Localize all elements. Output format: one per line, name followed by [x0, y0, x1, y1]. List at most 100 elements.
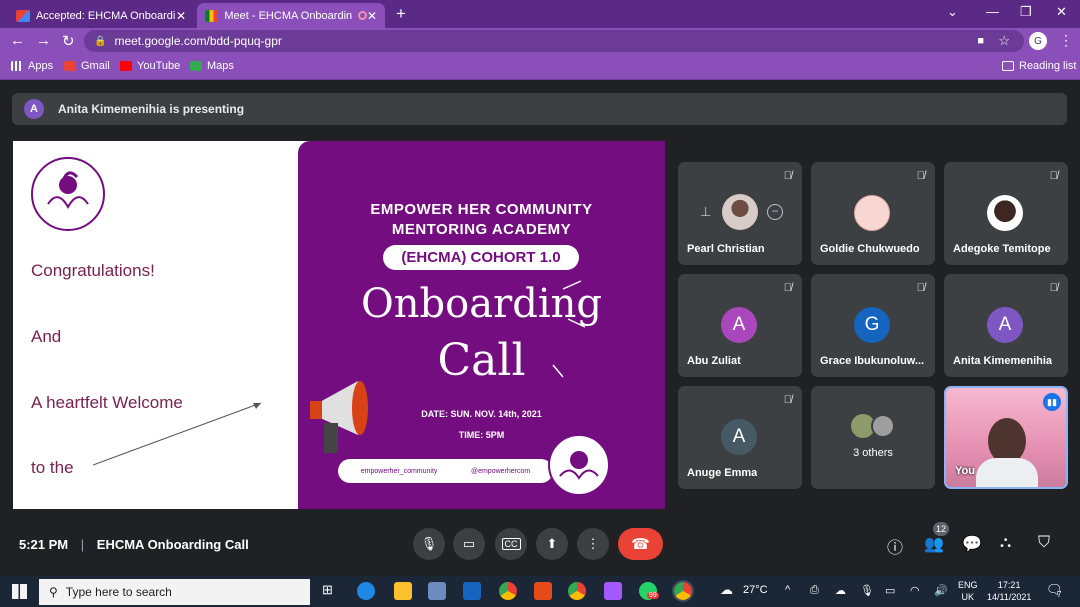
participant-tile[interactable]: 🎙̸ Adegoke Temitope: [944, 162, 1068, 265]
participant-tile[interactable]: 🎙̸ Goldie Chukwuedo: [811, 162, 935, 265]
presenter-avatar: A: [24, 99, 44, 119]
file-explorer-icon[interactable]: [394, 582, 412, 600]
weather-icon[interactable]: ☁: [720, 582, 733, 598]
battery-icon[interactable]: ▭: [885, 584, 895, 597]
participant-avatar: G: [854, 307, 890, 343]
tab-meet[interactable]: Meet - EHCMA Onboarding ✕: [197, 3, 385, 28]
activities-icon[interactable]: ⛬: [1000, 534, 1011, 552]
remove-icon[interactable]: −: [767, 204, 783, 220]
bookmark-gmail[interactable]: Gmail: [64, 60, 110, 72]
search-icon: ⚲: [49, 585, 58, 599]
self-video-tile[interactable]: ▮▮ You: [944, 386, 1068, 489]
meeting-info-icon[interactable]: ⓘ: [887, 534, 903, 558]
participant-photo: [854, 195, 890, 231]
close-tab-icon[interactable]: ✕: [176, 9, 186, 23]
others-tile[interactable]: 3 others: [811, 386, 935, 489]
bookmark-youtube[interactable]: YouTube: [120, 60, 180, 72]
language-indicator[interactable]: ENG UK: [958, 579, 978, 603]
mic-tray-icon[interactable]: 🎙: [860, 584, 874, 597]
meeting-title: EHCMA Onboarding Call: [96, 537, 249, 552]
notification-count: 7: [1057, 590, 1062, 599]
pin-icon[interactable]: ⊥: [700, 204, 711, 220]
chrome-icon[interactable]: [499, 582, 517, 600]
taskbar-search[interactable]: ⚲ Type here to search: [39, 579, 310, 605]
meet-tray-icon[interactable]: ⎙: [810, 584, 819, 597]
participant-tile[interactable]: 🎙̸ A Anita Kimemenihia: [944, 274, 1068, 377]
hang-up-icon: ☎: [631, 536, 650, 553]
participant-tile[interactable]: 🎙̸ A Abu Zuliat: [678, 274, 802, 377]
participant-avatar: A: [987, 307, 1023, 343]
chrome-active-icon[interactable]: [672, 580, 694, 602]
present-button[interactable]: ⬆: [536, 528, 568, 560]
participant-name: Goldie Chukwuedo: [820, 243, 920, 255]
onedrive-icon[interactable]: ☁: [835, 584, 846, 597]
people-icon[interactable]: 👥: [924, 534, 944, 554]
mic-off-icon: 🎙̸: [783, 394, 792, 406]
poster-time: TIME: 5PM: [458, 430, 505, 440]
bookmark-maps[interactable]: Maps: [190, 60, 234, 72]
mic-off-icon: 🎙̸: [783, 282, 792, 294]
youtube-icon: [120, 61, 132, 71]
tab-gmail[interactable]: Accepted: EHCMA Onboarding C ✕: [8, 3, 194, 28]
video-camera-icon: ▭: [462, 536, 476, 551]
chevron-up-icon[interactable]: ^: [785, 584, 790, 596]
tab-search-icon[interactable]: ⌄: [947, 4, 958, 20]
tab-title: Accepted: EHCMA Onboarding C: [35, 9, 176, 22]
office-icon[interactable]: [534, 582, 552, 600]
participant-tile[interactable]: 🎙̸ A Anuge Emma: [678, 386, 802, 489]
gmail-icon: [64, 61, 76, 71]
chat-icon[interactable]: 💬: [962, 534, 982, 554]
system-clock[interactable]: 17:21 14/11/2021: [987, 579, 1031, 603]
participant-count-badge: 12: [933, 522, 949, 536]
star-icon[interactable]: ☆: [998, 33, 1010, 49]
microphone-button[interactable]: 🎙: [413, 528, 445, 560]
weather-temp: 27°C: [743, 584, 768, 596]
reload-icon[interactable]: ↻: [62, 32, 75, 50]
camera-icon[interactable]: ■: [977, 35, 984, 47]
tab-title: Meet - EHCMA Onboarding: [224, 9, 353, 22]
volume-icon[interactable]: 🔊: [934, 584, 948, 597]
mic-off-icon: 🎙̸: [783, 170, 792, 182]
task-view-icon[interactable]: ⊞: [322, 582, 333, 598]
figma-icon[interactable]: [604, 582, 622, 600]
mic-icon: 🎙: [420, 536, 438, 551]
new-tab-icon[interactable]: +: [396, 4, 406, 24]
address-bar[interactable]: 🔒 meet.google.com/bdd-pquq-gpr ■ ☆: [84, 30, 1024, 52]
meeting-details: 5:21 PM | EHCMA Onboarding Call: [19, 537, 249, 552]
presenting-banner: A Anita Kimemenihia is presenting: [12, 93, 1067, 125]
reading-list[interactable]: Reading list: [1002, 60, 1076, 72]
profile-avatar[interactable]: G: [1029, 32, 1047, 50]
bookmark-apps[interactable]: Apps: [11, 60, 53, 72]
menu-icon[interactable]: ⋮: [1059, 32, 1073, 49]
edge-icon[interactable]: [357, 582, 375, 600]
captions-button[interactable]: CC: [495, 528, 527, 560]
chrome-icon[interactable]: [568, 582, 586, 600]
back-icon[interactable]: ←: [10, 32, 25, 49]
more-options-button[interactable]: ⋮: [577, 528, 609, 560]
close-tab-icon[interactable]: ✕: [367, 9, 377, 23]
instagram-handle: empowerher_community: [360, 467, 438, 475]
others-avatars: [851, 414, 897, 438]
minimize-icon[interactable]: —: [986, 4, 999, 19]
captions-icon: CC: [501, 538, 521, 550]
close-window-icon[interactable]: ✕: [1056, 4, 1067, 20]
slide-line: to the: [31, 458, 74, 477]
forward-icon[interactable]: →: [36, 32, 51, 49]
participant-tile[interactable]: 🎙̸ G Grace Ibukunoluw...: [811, 274, 935, 377]
mail-icon[interactable]: [463, 582, 481, 600]
poster-script-title: Onboarding: [361, 281, 602, 327]
windows-start-icon[interactable]: [12, 584, 27, 599]
ehc-logo: [548, 434, 610, 496]
wifi-icon[interactable]: ◠: [910, 584, 920, 597]
store-icon[interactable]: [428, 582, 446, 600]
participant-tile[interactable]: 🎙̸ ⊥ − Pearl Christian: [678, 162, 802, 265]
presenting-text: Anita Kimemenihia is presenting: [58, 102, 245, 116]
host-controls-icon[interactable]: ⛉: [1038, 534, 1050, 552]
browser-toolbar: ← → ↻ 🔒 meet.google.com/bdd-pquq-gpr ■ ☆…: [0, 28, 1080, 55]
whatsapp-badge: 99: [647, 592, 659, 599]
participant-photo: [722, 194, 758, 230]
maximize-icon[interactable]: ❐: [1020, 4, 1032, 20]
leave-call-button[interactable]: ☎: [618, 528, 663, 560]
poster-social-bar: empowerher_community @empowerhercom: [338, 459, 553, 483]
camera-button[interactable]: ▭: [453, 528, 485, 560]
